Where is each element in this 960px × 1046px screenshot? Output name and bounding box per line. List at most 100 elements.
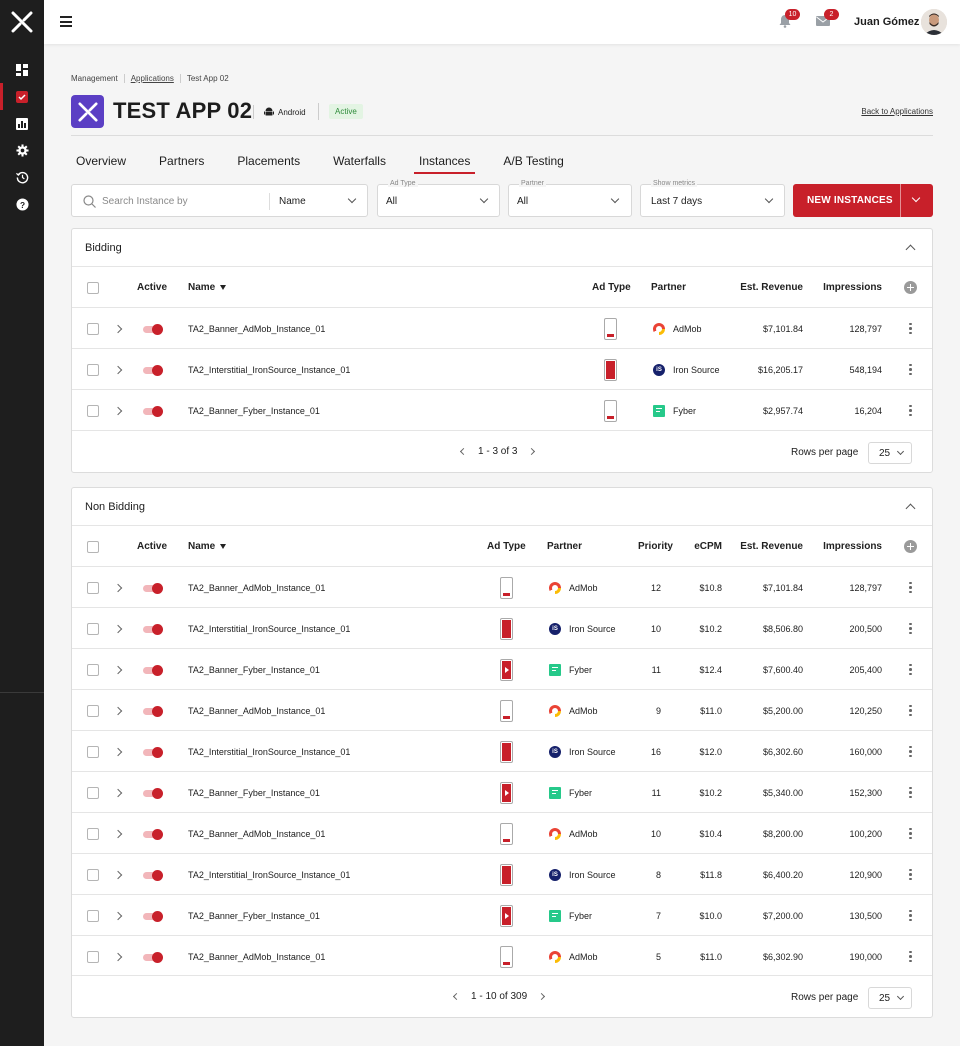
row-checkbox[interactable] [87,581,99,594]
active-toggle[interactable] [143,951,163,963]
chevron-left-icon[interactable] [459,447,468,456]
sidebar-item-history[interactable] [0,164,44,191]
more-options-icon[interactable] [909,786,912,799]
header-name[interactable]: Name [188,267,227,308]
back-to-applications-link[interactable]: Back to Applications [861,107,933,116]
chevron-right-icon[interactable] [113,706,123,715]
active-toggle[interactable] [143,746,163,758]
chevron-down-icon[interactable] [347,194,357,204]
chevron-right-icon[interactable] [113,665,123,674]
more-options-icon[interactable] [909,322,912,335]
chevron-right-icon[interactable] [113,624,123,633]
rows-per-page-select[interactable]: 25 [868,987,912,1009]
table-row[interactable]: TA2_Banner_Fyber_Instance_01 Fyber 11 $12.4… [72,648,932,689]
tab-ab-testing[interactable]: A/B Testing [498,148,568,174]
chevron-right-icon[interactable] [113,911,123,920]
chevron-right-icon[interactable] [113,747,123,756]
table-row[interactable]: TA2_Interstitial_IronSource_Instance_01 i… [72,348,932,389]
more-options-icon[interactable] [909,663,912,676]
logo[interactable] [0,0,44,44]
chevron-right-icon[interactable] [113,365,123,374]
sidebar-item-applications[interactable] [0,83,44,110]
more-options-icon[interactable] [909,704,912,717]
tab-overview[interactable]: Overview [71,148,131,174]
search-input[interactable]: Search Instance by Name [71,184,368,217]
instance-name[interactable]: TA2_Banner_AdMob_Instance_01 [188,813,325,854]
rows-per-page-select[interactable]: 25 [868,442,912,464]
instance-name[interactable]: TA2_Banner_AdMob_Instance_01 [188,308,325,349]
table-row[interactable]: TA2_Banner_AdMob_Instance_01 AdMob 9 $11.0 $… [72,689,932,730]
row-checkbox[interactable] [87,827,99,840]
show-metrics-select[interactable]: Show metrics Last 7 days [640,180,785,217]
row-checkbox[interactable] [87,868,99,881]
row-checkbox[interactable] [87,786,99,799]
chevron-right-icon[interactable] [528,447,536,456]
chevron-left-icon[interactable] [452,992,461,1001]
chevron-up-icon[interactable] [905,503,916,514]
table-row[interactable]: TA2_Banner_AdMob_Instance_01 AdMob $7,101.… [72,307,932,348]
header-name[interactable]: Name [188,526,227,567]
active-toggle[interactable] [143,323,163,335]
row-checkbox[interactable] [87,909,99,922]
row-checkbox[interactable] [87,322,99,335]
active-toggle[interactable] [143,828,163,840]
tab-waterfalls[interactable]: Waterfalls [328,148,391,174]
active-toggle[interactable] [143,364,163,376]
instance-name[interactable]: TA2_Banner_Fyber_Instance_01 [188,649,320,690]
row-checkbox[interactable] [87,622,99,635]
tab-instances[interactable]: Instances [413,148,476,174]
instance-name[interactable]: TA2_Interstitial_IronSource_Instance_01 [188,608,350,649]
more-options-icon[interactable] [909,363,912,376]
chevron-right-icon[interactable] [113,406,123,415]
active-toggle[interactable] [143,664,163,676]
select-all-checkbox[interactable] [87,540,99,553]
messages-button[interactable]: 2 [816,9,839,30]
active-toggle[interactable] [143,787,163,799]
sidebar-item-dashboard[interactable] [0,56,44,83]
instance-name[interactable]: TA2_Banner_AdMob_Instance_01 [188,567,325,608]
sidebar-item-help[interactable]: ? [0,191,44,218]
more-options-icon[interactable] [909,745,912,758]
table-row[interactable]: TA2_Banner_AdMob_Instance_01 AdMob 10 $10.4… [72,812,932,853]
avatar[interactable] [921,9,947,35]
chevron-right-icon[interactable] [113,952,123,961]
instance-name[interactable]: TA2_Banner_AdMob_Instance_01 [188,690,325,731]
table-row[interactable]: TA2_Interstitial_IronSource_Instance_01 i… [72,730,932,771]
chevron-right-icon[interactable] [538,992,546,1001]
sidebar-item-settings[interactable] [0,137,44,164]
active-toggle[interactable] [143,869,163,881]
partner-select[interactable]: Partner All [508,180,632,217]
row-checkbox[interactable] [87,363,99,376]
row-checkbox[interactable] [87,404,99,417]
user-name[interactable]: Juan Gómez [854,16,919,28]
active-toggle[interactable] [143,405,163,417]
chevron-up-icon[interactable] [905,244,916,255]
instance-name[interactable]: TA2_Interstitial_IronSource_Instance_01 [188,349,350,390]
row-checkbox[interactable] [87,704,99,717]
table-row[interactable]: TA2_Banner_Fyber_Instance_01 Fyber 7 $10.0 $… [72,894,932,935]
table-row[interactable]: TA2_Banner_Fyber_Instance_01 Fyber 11 $10.2… [72,771,932,812]
chevron-down-icon[interactable] [911,193,921,203]
more-options-icon[interactable] [909,622,912,635]
row-checkbox[interactable] [87,663,99,676]
instance-name[interactable]: TA2_Banner_Fyber_Instance_01 [188,895,320,936]
instance-name[interactable]: TA2_Interstitial_IronSource_Instance_01 [188,731,350,772]
sidebar-item-reports[interactable] [0,110,44,137]
more-options-icon[interactable] [909,950,912,963]
add-column-icon[interactable] [904,281,917,294]
more-options-icon[interactable] [909,868,912,881]
row-checkbox[interactable] [87,745,99,758]
table-row[interactable]: TA2_Interstitial_IronSource_Instance_01 i… [72,853,932,894]
more-options-icon[interactable] [909,581,912,594]
add-column-icon[interactable] [904,540,917,553]
search-field-select[interactable]: Name [279,196,306,207]
active-toggle[interactable] [143,623,163,635]
instance-name[interactable]: TA2_Banner_Fyber_Instance_01 [188,390,320,431]
more-options-icon[interactable] [909,404,912,417]
table-row[interactable]: TA2_Interstitial_IronSource_Instance_01 i… [72,607,932,648]
chevron-right-icon[interactable] [113,324,123,333]
tab-placements[interactable]: Placements [232,148,305,174]
menu-icon[interactable] [60,16,72,27]
instance-name[interactable]: TA2_Banner_AdMob_Instance_01 [188,936,325,977]
breadcrumb-management[interactable]: Management [71,74,125,83]
